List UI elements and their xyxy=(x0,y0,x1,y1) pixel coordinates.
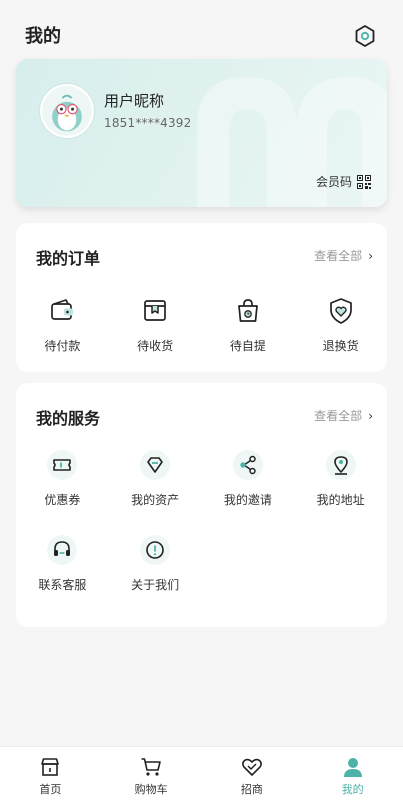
headset-icon xyxy=(47,535,78,565)
chevron-right-icon: › xyxy=(368,248,373,263)
order-item-pending-receipt[interactable]: 待收货 xyxy=(109,296,202,354)
services-view-all[interactable]: 查看全部 › xyxy=(314,407,373,424)
order-item-label: 待收货 xyxy=(137,339,174,353)
package-box-icon xyxy=(140,296,170,326)
service-item-about-us[interactable]: 关于我们 xyxy=(109,535,202,593)
heart-shield-icon xyxy=(326,296,356,326)
cart-icon xyxy=(141,758,161,776)
person-icon xyxy=(343,758,362,777)
service-item-assets[interactable]: 我的资产 xyxy=(109,450,202,508)
info-icon xyxy=(140,535,171,565)
service-item-address[interactable]: 我的地址 xyxy=(294,450,387,508)
user-phone: 1851****4392 xyxy=(104,116,192,130)
service-item-coupons[interactable]: 优惠券 xyxy=(16,450,109,508)
profile-card[interactable]: 用户昵称 1851****4392 会员码 xyxy=(16,59,387,207)
order-item-pending-payment[interactable]: 待付款 xyxy=(16,296,109,354)
services-grid-row-1: 优惠券 我的资产 我的邀请 我的地址 xyxy=(16,450,387,508)
tab-mine[interactable]: 我的 xyxy=(302,747,403,800)
heart-handshake-icon xyxy=(241,758,262,776)
top-bar: 我的 xyxy=(0,0,403,58)
service-item-label: 我的资产 xyxy=(131,493,180,507)
service-item-label: 联系客服 xyxy=(38,578,87,592)
view-all-label: 查看全部 xyxy=(314,249,363,263)
view-all-label: 查看全部 xyxy=(314,409,363,423)
orders-title: 我的订单 xyxy=(36,249,101,268)
service-item-label: 我的地址 xyxy=(316,493,365,507)
location-pin-icon xyxy=(325,450,356,480)
order-item-label: 待付款 xyxy=(44,339,81,353)
service-item-label: 关于我们 xyxy=(131,578,180,592)
tab-label: 我的 xyxy=(341,783,364,796)
order-item-self-pickup[interactable]: 待自提 xyxy=(202,296,295,354)
orders-grid: 待付款 待收货 待自提 退换货 xyxy=(16,296,387,354)
service-item-invitations[interactable]: 我的邀请 xyxy=(202,450,295,508)
tab-merchants[interactable]: 招商 xyxy=(202,747,303,800)
tab-cart[interactable]: 购物车 xyxy=(101,747,202,800)
share-icon xyxy=(232,450,263,480)
order-item-label: 退换货 xyxy=(322,339,359,353)
tab-label: 购物车 xyxy=(134,783,168,796)
user-nickname: 用户昵称 xyxy=(104,92,165,110)
service-item-label: 我的邀请 xyxy=(223,493,272,507)
tab-label: 首页 xyxy=(39,783,62,796)
bottom-tab-bar: 首页 购物车 招商 我的 xyxy=(0,746,403,800)
home-store-icon xyxy=(41,758,60,776)
avatar[interactable] xyxy=(40,84,94,138)
wallet-icon xyxy=(47,296,77,326)
coupon-icon xyxy=(47,450,78,480)
shopping-bag-icon xyxy=(233,296,263,326)
diamond-icon xyxy=(140,450,171,480)
services-grid-row-2: 联系客服 关于我们 xyxy=(16,535,387,593)
page-title: 我的 xyxy=(25,26,61,47)
service-item-customer-service[interactable]: 联系客服 xyxy=(16,535,109,593)
tab-home[interactable]: 首页 xyxy=(0,747,101,800)
qr-code-icon xyxy=(357,174,371,189)
chevron-right-icon: › xyxy=(368,408,373,423)
service-item-label: 优惠券 xyxy=(44,493,81,507)
settings-icon[interactable] xyxy=(353,24,377,48)
tab-label: 招商 xyxy=(240,783,263,796)
order-item-returns[interactable]: 退换货 xyxy=(294,296,387,354)
services-title: 我的服务 xyxy=(36,409,101,428)
services-card: 我的服务 查看全部 › 优惠券 我的资产 我的邀请 我的地址 联系客服 关于我们 xyxy=(16,383,387,627)
orders-card: 我的订单 查看全部 › 待付款 待收货 待自提 退换货 xyxy=(16,223,387,372)
orders-view-all[interactable]: 查看全部 › xyxy=(314,247,373,264)
order-item-label: 待自提 xyxy=(229,339,266,353)
member-code-button[interactable]: 会员码 xyxy=(316,173,371,190)
member-code-label: 会员码 xyxy=(315,175,352,189)
